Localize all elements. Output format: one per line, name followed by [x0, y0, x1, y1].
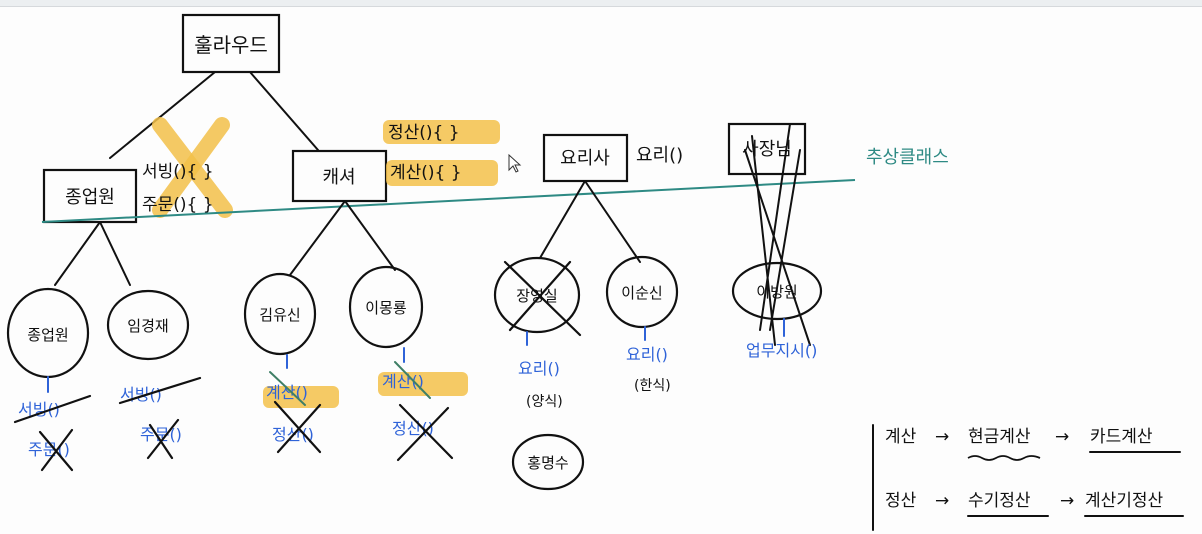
edge-cook-e1	[539, 180, 586, 259]
employee-name-2: 임경재	[127, 317, 168, 335]
emp6-method: 요리()	[626, 345, 668, 364]
root-node-label: 훌라우드	[194, 33, 268, 57]
note2-arrow2: →	[1060, 491, 1074, 511]
abstract-class-label: 추상클래스	[866, 147, 949, 168]
cashier-method-calc: 계산(){ }	[390, 163, 462, 183]
emp6-note: (한식)	[634, 378, 671, 394]
cashier-method-settle: 정산(){ }	[388, 123, 460, 143]
employee-name-3: 김유신	[259, 306, 300, 324]
note1-b-underline	[967, 455, 1041, 461]
edge-cashier-e1	[289, 200, 346, 276]
note2-b: 수기정산	[968, 491, 1031, 511]
edge-cashier-e2	[344, 200, 396, 271]
note1-a: 계산	[885, 427, 917, 447]
note1-arrow1: →	[935, 427, 949, 447]
employee-name-8: 홍명수	[527, 454, 568, 472]
employee-name-1: 종업원	[27, 326, 68, 344]
emp3-method-a: 계산()	[266, 383, 308, 402]
whiteboard-diagram: 훌라우드 종업원 서빙(){ } 주문(){ } 캐셔 정산(){ } 계산()…	[6, 13, 1184, 531]
edge-root-cashier	[249, 71, 319, 151]
emp5-method: 요리()	[518, 359, 560, 378]
emp4-method-a: 계산()	[382, 372, 424, 391]
note2-arrow1: →	[935, 491, 949, 511]
manager-method-order: 주문(){ }	[142, 195, 214, 215]
employee-name-7: 이방원	[756, 283, 797, 301]
emp7-method: 업무지시()	[746, 341, 817, 360]
employee-name-6: 이순신	[621, 284, 662, 302]
manager-method-serve: 서빙(){ }	[142, 162, 214, 182]
manager-node-label: 종업원	[65, 187, 115, 208]
mouse-cursor-icon	[508, 153, 522, 173]
cook-method-cook: 요리()	[636, 145, 683, 166]
employee-name-4: 이몽룡	[365, 299, 407, 317]
note1-b: 현금계산	[968, 427, 1031, 447]
note1-c: 카드계산	[1090, 427, 1153, 447]
edge-manager-e2	[99, 221, 131, 286]
cashier-node-label: 캐셔	[322, 167, 355, 188]
note2-a: 정산	[885, 491, 917, 511]
note1-arrow2: →	[1055, 427, 1069, 447]
note2-c: 계산기정산	[1085, 491, 1164, 511]
edge-manager-e1	[54, 221, 101, 286]
cook-node-label: 요리사	[560, 148, 610, 169]
employee-name-5: 장영실	[516, 287, 557, 305]
emp5-note: (양식)	[526, 394, 563, 410]
